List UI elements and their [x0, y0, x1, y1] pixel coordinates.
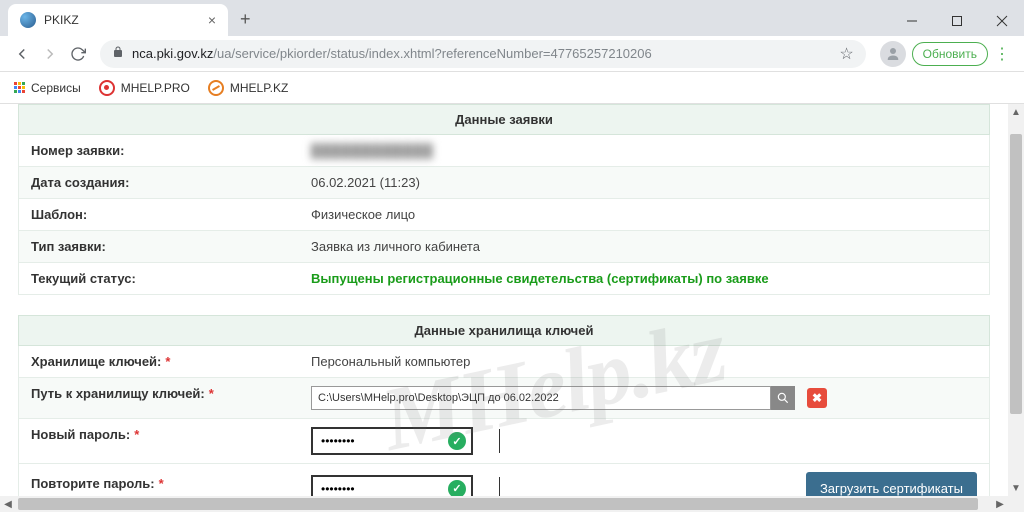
label-status: Текущий статус:	[19, 263, 299, 294]
value-template: Физическое лицо	[299, 199, 989, 230]
table-row: Текущий статус: Выпущены регистрационные…	[18, 263, 990, 295]
scroll-corner	[1008, 496, 1024, 512]
new-password-input[interactable]	[313, 434, 443, 448]
table-row: Хранилище ключей:* Персональный компьюте…	[18, 346, 990, 378]
back-button[interactable]	[8, 40, 36, 68]
apps-grid-icon	[14, 82, 25, 93]
value-status: Выпущены регистрационные свидетельства (…	[299, 263, 989, 294]
apps-label: Сервисы	[31, 81, 81, 95]
value-request-type: Заявка из личного кабинета	[299, 231, 989, 262]
keystore-data-table: Хранилище ключей:* Персональный компьюте…	[18, 346, 990, 496]
close-tab-icon[interactable]: ×	[208, 12, 216, 28]
repeat-password-input[interactable]	[313, 482, 443, 496]
bookmark-mhelp-kz[interactable]: MHELP.KZ	[208, 80, 288, 96]
forward-button[interactable]	[36, 40, 64, 68]
new-tab-button[interactable]: +	[240, 9, 251, 30]
table-row: Повторите пароль:* Загрузить сертификаты	[18, 464, 990, 496]
reload-button[interactable]	[64, 40, 92, 68]
close-window-button[interactable]	[979, 6, 1024, 36]
browse-button[interactable]	[771, 386, 795, 410]
table-row: Номер заявки: ████████████	[18, 135, 990, 167]
page-content: Данные заявки Номер заявки: ████████████…	[0, 104, 1008, 496]
scroll-right-arrow-icon[interactable]: ▶	[992, 496, 1008, 512]
value-created: 06.02.2021 (11:23)	[299, 167, 989, 198]
label-created: Дата создания:	[19, 167, 299, 198]
url-text: nca.pki.gov.kz/ua/service/pkiorder/statu…	[132, 46, 652, 61]
label-request-number: Номер заявки:	[19, 135, 299, 166]
check-ok-icon	[448, 480, 466, 497]
delete-path-button[interactable]: ✖	[807, 388, 827, 408]
lock-icon	[112, 45, 124, 63]
update-button[interactable]: Обновить	[912, 42, 988, 66]
vertical-scroll-thumb[interactable]	[1010, 134, 1022, 414]
menu-dots-icon[interactable]: ⋮	[994, 44, 1010, 64]
scroll-up-arrow-icon[interactable]: ▲	[1008, 104, 1024, 120]
bookmark-star-icon[interactable]: ☆	[839, 44, 853, 64]
scroll-left-arrow-icon[interactable]: ◀	[0, 496, 16, 512]
table-row: Путь к хранилищу ключей:* ✖	[18, 378, 990, 419]
load-certificates-button[interactable]: Загрузить сертификаты	[806, 472, 977, 496]
bookmark-mhelp-pro[interactable]: MHELP.PRO	[99, 80, 190, 96]
label-repeat-password: Повторите пароль:*	[19, 464, 299, 496]
table-row: Тип заявки: Заявка из личного кабинета	[18, 231, 990, 263]
maximize-button[interactable]	[934, 6, 979, 36]
table-row: Дата создания: 06.02.2021 (11:23)	[18, 167, 990, 199]
profile-avatar[interactable]	[880, 41, 906, 67]
value-repeat-password	[299, 464, 794, 496]
label-keystore: Хранилище ключей:*	[19, 346, 299, 377]
label-template: Шаблон:	[19, 199, 299, 230]
label-new-password: Новый пароль:*	[19, 419, 299, 463]
table-row: Новый пароль:*	[18, 419, 990, 464]
bookmark-bar: Сервисы MHELP.PRO MHELP.KZ	[0, 72, 1024, 104]
check-ok-icon	[448, 432, 466, 450]
mhelp-kz-icon	[208, 80, 224, 96]
tab-title: PKIKZ	[44, 13, 208, 27]
minimize-button[interactable]	[889, 6, 934, 36]
apps-bookmark[interactable]: Сервисы	[14, 81, 81, 95]
favicon-icon	[20, 12, 36, 28]
section-header-keystore: Данные хранилища ключей	[18, 315, 990, 346]
section-header-request: Данные заявки	[18, 104, 990, 135]
value-request-number: ████████████	[299, 135, 989, 166]
horizontal-scrollbar[interactable]: ◀ ▶	[0, 496, 1008, 512]
bookmark-label: MHELP.KZ	[230, 81, 288, 95]
request-data-table: Номер заявки: ████████████ Дата создания…	[18, 135, 990, 295]
table-row: Шаблон: Физическое лицо	[18, 199, 990, 231]
url-bar: nca.pki.gov.kz/ua/service/pkiorder/statu…	[0, 36, 1024, 72]
mhelp-pro-icon	[99, 80, 115, 96]
value-keystore: Персональный компьютер	[299, 346, 989, 377]
browser-tab[interactable]: PKIKZ ×	[8, 4, 228, 36]
window-titlebar: PKIKZ × +	[0, 0, 1024, 36]
bookmark-label: MHELP.PRO	[121, 81, 190, 95]
address-bar[interactable]: nca.pki.gov.kz/ua/service/pkiorder/statu…	[100, 40, 866, 68]
keystore-path-input[interactable]	[311, 386, 771, 410]
scroll-down-arrow-icon[interactable]: ▼	[1008, 480, 1024, 496]
value-keystore-path: ✖	[299, 378, 989, 418]
value-new-password	[299, 419, 989, 463]
vertical-scrollbar[interactable]: ▲ ▼	[1008, 104, 1024, 496]
horizontal-scroll-thumb[interactable]	[18, 498, 978, 510]
label-request-type: Тип заявки:	[19, 231, 299, 262]
label-keystore-path: Путь к хранилищу ключей:*	[19, 378, 299, 418]
